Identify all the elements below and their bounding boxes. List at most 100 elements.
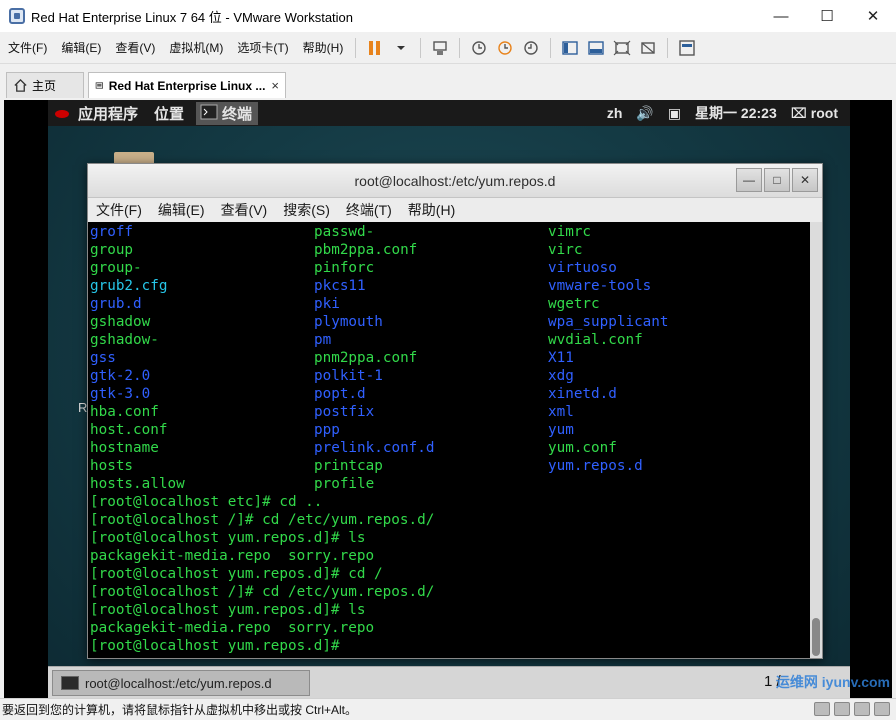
send-keys-icon[interactable] — [427, 36, 453, 60]
device-icon[interactable] — [814, 702, 830, 716]
user-icon: ⌧ — [790, 104, 807, 121]
ls-row: gshadow-pm wvdial.conf — [90, 331, 812, 349]
taskbar-terminal-item[interactable]: root@localhost:/etc/yum.repos.d — [52, 670, 310, 696]
ls-row: grub.d pki wgetrc — [90, 295, 812, 313]
fullscreen-icon[interactable] — [609, 36, 635, 60]
window-titlebar: Red Hat Enterprise Linux 7 64 位 - VMware… — [0, 0, 896, 32]
terminal-line: [root@localhost yum.repos.d]# ls — [90, 530, 366, 546]
ls-entry: X11 — [548, 350, 574, 366]
ls-entry: wgetrc — [548, 296, 600, 312]
vmware-app-icon — [9, 8, 25, 24]
close-button[interactable]: ✕ — [850, 0, 896, 32]
watermark: 运维网 iyunv.com — [775, 674, 890, 690]
maximize-button[interactable]: ☐ — [804, 0, 850, 32]
places-menu[interactable]: 位置 — [154, 103, 184, 124]
chevron-down-icon[interactable] — [388, 36, 414, 60]
statusbar: 要返回到您的计算机，请将鼠标指针从虚拟机中移出或按 Ctrl+Alt。 — [0, 698, 896, 720]
vm-console[interactable]: 应用程序 位置 终端 zh 🔊 ▣ 星期一 22:23 ⌧ root R roo… — [4, 100, 892, 698]
ls-entry: xinetd.d — [548, 386, 617, 402]
ls-entry: gshadow — [90, 314, 151, 330]
toolbar-separator — [420, 37, 422, 58]
terminal-line: [root@localhost yum.repos.d]# ls — [90, 602, 366, 618]
menu-help[interactable]: 帮助(H) — [297, 39, 350, 56]
unity-icon[interactable] — [635, 36, 661, 60]
terminal-title: root@localhost:/etc/yum.repos.d — [354, 172, 556, 189]
pause-icon[interactable] — [362, 36, 388, 60]
device-icon[interactable] — [854, 702, 870, 716]
minimize-button[interactable]: — — [758, 0, 804, 32]
terminal-line: [root@localhost yum.repos.d]# — [90, 638, 349, 654]
desktop-partial-label: R — [78, 400, 88, 415]
snapshot-manager-icon[interactable] — [518, 36, 544, 60]
snapshot-icon[interactable] — [466, 36, 492, 60]
terminal-close-button[interactable]: ✕ — [792, 168, 818, 192]
terminal-output[interactable]: groff passwd-vimrc group pbm2ppa.conf virc gr… — [88, 222, 812, 658]
ls-row: group pbm2ppa.conf virc — [90, 241, 812, 259]
terminal-menu-search[interactable]: 搜索(S) — [275, 200, 338, 220]
ls-entry: pbm2ppa.conf — [314, 242, 418, 258]
tab-vm[interactable]: Red Hat Enterprise Linux ... × — [88, 72, 286, 98]
ls-entry: virc — [548, 242, 583, 258]
ls-entry: xml — [548, 404, 574, 420]
tab-home[interactable]: 主页 — [6, 72, 84, 98]
sidebar-toggle-icon[interactable] — [557, 36, 583, 60]
ls-entry: vmware-tools — [548, 278, 652, 294]
toolbar-separator — [550, 37, 552, 58]
terminal-app-button[interactable]: 终端 — [196, 101, 259, 125]
volume-icon[interactable]: 🔊 — [636, 105, 653, 122]
terminal-line: [root@localhost /]# cd /etc/yum.repos.d/ — [90, 584, 435, 600]
device-icon[interactable] — [874, 702, 890, 716]
terminal-menu-view[interactable]: 查看(V) — [213, 200, 276, 220]
terminal-menu-file[interactable]: 文件(F) — [88, 200, 150, 220]
input-language[interactable]: zh — [607, 105, 623, 121]
terminal-minimize-button[interactable]: — — [736, 168, 762, 192]
menu-tabs[interactable]: 选项卡(T) — [231, 39, 294, 56]
ls-entry: host.conf — [90, 422, 168, 438]
applications-menu[interactable]: 应用程序 — [78, 103, 138, 124]
guest-desktop: 应用程序 位置 终端 zh 🔊 ▣ 星期一 22:23 ⌧ root R roo… — [48, 100, 850, 698]
gnome-top-bar: 应用程序 位置 终端 zh 🔊 ▣ 星期一 22:23 ⌧ root — [48, 100, 850, 126]
terminal-icon — [61, 676, 79, 690]
terminal-scrollbar[interactable] — [810, 222, 822, 658]
ls-entry: yum.repos.d — [548, 458, 643, 474]
ls-entry: hosts.allow — [90, 476, 185, 492]
console-view-icon[interactable] — [583, 36, 609, 60]
terminal-maximize-button[interactable]: □ — [764, 168, 790, 192]
ls-entry: groff — [90, 224, 134, 240]
library-view-icon[interactable] — [674, 36, 700, 60]
menu-vm[interactable]: 虚拟机(M) — [163, 39, 229, 56]
home-icon — [14, 78, 27, 92]
menu-edit[interactable]: 编辑(E) — [55, 39, 107, 56]
ls-entry: printcap — [314, 458, 383, 474]
user-menu[interactable]: ⌧ root — [791, 105, 838, 122]
terminal-window: root@localhost:/etc/yum.repos.d — □ ✕ 文件… — [87, 163, 823, 659]
terminal-menu-help[interactable]: 帮助(H) — [400, 200, 463, 220]
ls-entry: polkit-1 — [314, 368, 383, 384]
revert-snapshot-icon[interactable] — [492, 36, 518, 60]
ls-row: hostname prelink.conf.d yum.conf — [90, 439, 812, 457]
terminal-menu-terminal[interactable]: 终端(T) — [338, 200, 400, 220]
terminal-menu-edit[interactable]: 编辑(E) — [150, 200, 213, 220]
clock[interactable]: 星期一 22:23 — [695, 103, 777, 123]
ls-row: grub2.cfg pkcs11 vmware-tools — [90, 277, 812, 295]
menu-view[interactable]: 查看(V) — [109, 39, 161, 56]
tab-close-icon[interactable]: × — [271, 78, 279, 93]
ls-entry: ppp — [314, 422, 340, 438]
network-icon[interactable]: ▣ — [668, 105, 681, 122]
taskbar-item-label: root@localhost:/etc/yum.repos.d — [85, 675, 272, 691]
ls-entry: pnm2ppa.conf — [314, 350, 418, 366]
terminal-titlebar: root@localhost:/etc/yum.repos.d — □ ✕ — [88, 164, 822, 198]
terminal-scrollbar-thumb[interactable] — [812, 618, 820, 656]
ls-entry: profile — [314, 476, 375, 492]
device-icon[interactable] — [834, 702, 850, 716]
ls-row: gshadow plymouth wpa_supplicant — [90, 313, 812, 331]
ls-row: hosts.allow profile — [90, 475, 812, 493]
ls-row: groff passwd-vimrc — [90, 223, 812, 241]
ls-entry: hostname — [90, 440, 159, 456]
terminal-line: [root@localhost etc]# cd .. — [90, 494, 323, 510]
ls-row: gtk-3.0 popt.d xinetd.d — [90, 385, 812, 403]
ls-entry: hosts — [90, 458, 134, 474]
ls-entry: pinforc — [314, 260, 375, 276]
menu-file[interactable]: 文件(F) — [2, 39, 53, 56]
toolbar-separator — [459, 37, 461, 58]
